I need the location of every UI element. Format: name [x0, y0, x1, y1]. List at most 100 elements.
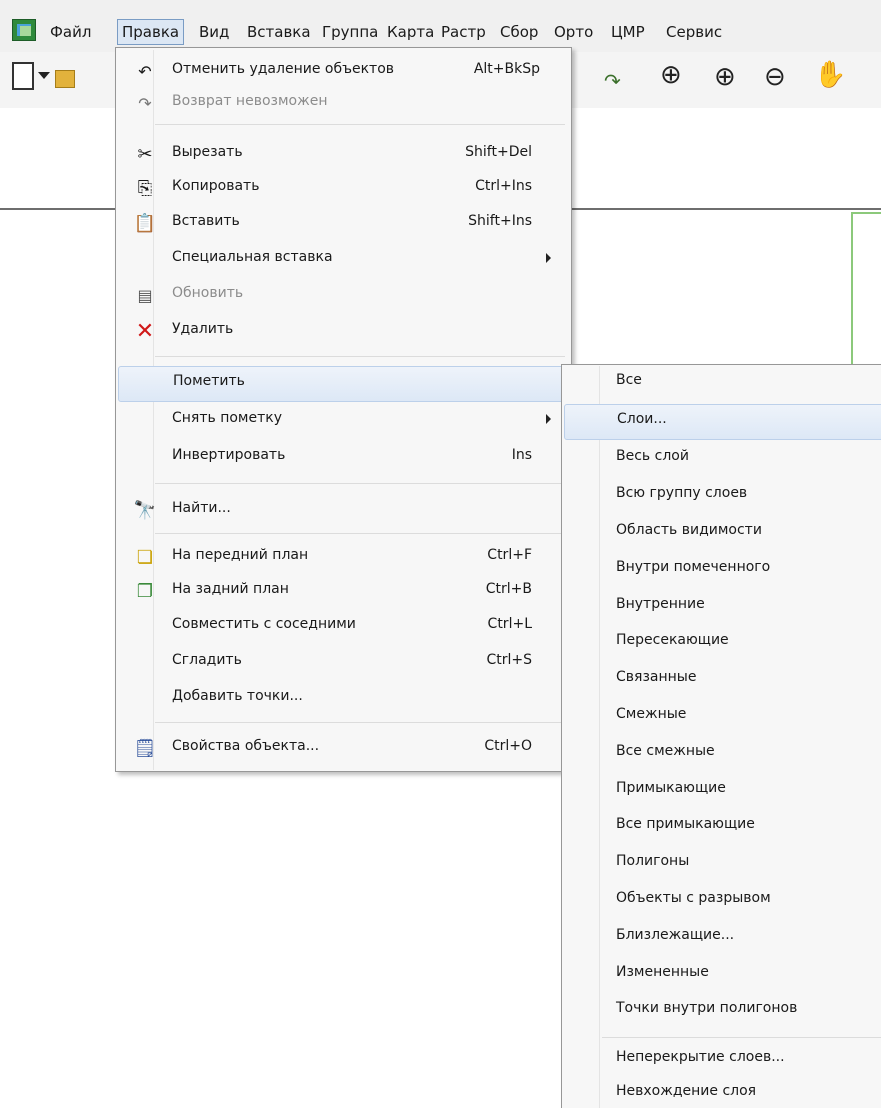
submenu-item-label: Область видимости	[616, 522, 762, 538]
menu-raster[interactable]: Растр	[437, 19, 490, 45]
menu-item-shortcut: Alt+BkSp	[473, 61, 540, 77]
menu-item-redo: ↷ Возврат невозможен	[118, 87, 568, 123]
bring-front-icon: ❏	[136, 546, 154, 568]
submenu-item-label: Весь слой	[616, 448, 689, 464]
submenu-item-layer-non-inclusion[interactable]: Невхождение слоя	[564, 1077, 881, 1108]
menu-ortho[interactable]: Орто	[550, 19, 597, 45]
submenu-item-broken-objects[interactable]: Объекты с разрывом	[564, 884, 881, 920]
submenu-item-intersecting[interactable]: Пересекающие	[564, 626, 881, 662]
submenu-item-adjacent[interactable]: Смежные	[564, 700, 881, 736]
menu-item-label: Вставить	[172, 213, 240, 229]
submenu-arrow-icon	[546, 253, 551, 263]
menu-item-label: Обновить	[172, 285, 244, 301]
submenu-separator	[602, 1037, 881, 1038]
menu-item-undo[interactable]: ↶ Отменить удаление объектов Alt+BkSp	[118, 55, 568, 91]
submenu-arrow-icon	[546, 414, 551, 424]
menu-item-cut[interactable]: ✂ Вырезать Shift+Del	[118, 138, 568, 174]
menu-item-shortcut: Ctrl+F	[487, 547, 532, 563]
submenu-item-layers[interactable]: Слои...	[564, 404, 881, 440]
menu-bar: Файл Правка Вид Вставка Группа Карта Рас…	[0, 0, 881, 52]
submenu-item-label: Полигоны	[616, 853, 690, 869]
menu-item-shortcut: Ctrl+B	[485, 581, 532, 597]
menu-dem[interactable]: ЦМР	[607, 19, 649, 45]
menu-map[interactable]: Карта	[383, 19, 438, 45]
menu-item-label: Отменить удаление объектов	[172, 61, 395, 77]
menu-item-copy[interactable]: ⎘ Копировать Ctrl+Ins	[118, 172, 568, 208]
menu-item-shortcut: Ctrl+L	[487, 616, 532, 632]
menu-item-label: Вырезать	[172, 144, 243, 160]
dropdown-arrow-icon[interactable]	[38, 72, 50, 79]
menu-separator	[155, 533, 565, 534]
submenu-item-layer-group[interactable]: Всю группу слоев	[564, 479, 881, 515]
open-folder-icon[interactable]	[55, 70, 75, 88]
submenu-item-label: Все примыкающие	[616, 816, 755, 832]
scissors-icon: ✂	[137, 143, 153, 165]
menu-item-snap[interactable]: Совместить с соседними Ctrl+L	[118, 610, 568, 646]
menu-item-properties[interactable]: 🗒 Свойства объекта... Ctrl+O	[118, 732, 568, 768]
menu-item-shortcut: Ins	[511, 447, 532, 463]
map-frame	[851, 212, 881, 372]
menu-item-mark[interactable]: Пометить	[118, 366, 568, 402]
menu-item-label: Пометить	[173, 373, 245, 389]
submenu-item-points-in-polygons[interactable]: Точки внутри полигонов	[564, 994, 881, 1030]
submenu-item-visible-area[interactable]: Область видимости	[564, 516, 881, 552]
submenu-item-label: Всю группу слоев	[616, 485, 748, 501]
menu-item-add-points[interactable]: Добавить точки...	[118, 682, 568, 718]
redo-arrow-icon[interactable]: ↷	[604, 66, 621, 96]
submenu-item-label: Все смежные	[616, 743, 715, 759]
submenu-item-label: Слои...	[617, 411, 667, 427]
submenu-item-label: Внутренние	[616, 596, 705, 612]
submenu-item-label: Невхождение слоя	[616, 1083, 757, 1099]
menu-view[interactable]: Вид	[195, 19, 233, 45]
menu-item-label: Снять пометку	[172, 410, 282, 426]
pan-hand-icon[interactable]: ✋	[814, 60, 846, 90]
menu-separator	[155, 483, 565, 484]
submenu-item-inner[interactable]: Внутренние	[564, 590, 881, 626]
menu-item-send-back[interactable]: ❐ На задний план Ctrl+B	[118, 575, 568, 611]
submenu-item-polygons[interactable]: Полигоны	[564, 847, 881, 883]
menu-group[interactable]: Группа	[318, 19, 382, 45]
new-document-icon[interactable]	[12, 62, 34, 90]
menu-item-unmark[interactable]: Снять пометку	[118, 404, 568, 440]
submenu-item-whole-layer[interactable]: Весь слой	[564, 442, 881, 478]
menu-collect[interactable]: Сбор	[496, 19, 542, 45]
menu-item-invert[interactable]: Инвертировать Ins	[118, 441, 568, 477]
zoom-in-icon[interactable]: ⊕	[714, 62, 736, 92]
submenu-item-abutting[interactable]: Примыкающие	[564, 774, 881, 810]
app-logo-icon	[12, 19, 36, 41]
undo-icon: ↶	[138, 61, 152, 81]
menu-item-paste-special[interactable]: Специальная вставка	[118, 243, 568, 279]
submenu-item-nearby[interactable]: Близлежащие...	[564, 921, 881, 957]
menu-item-label: Копировать	[172, 178, 260, 194]
submenu-item-all[interactable]: Все	[564, 366, 881, 402]
copy-icon: ⎘	[137, 177, 153, 199]
submenu-item-all-abutting[interactable]: Все примыкающие	[564, 810, 881, 846]
submenu-item-linked[interactable]: Связанные	[564, 663, 881, 699]
submenu-item-changed[interactable]: Измененные	[564, 958, 881, 994]
submenu-item-label: Точки внутри полигонов	[616, 1000, 798, 1016]
delete-x-icon: ✕	[135, 318, 155, 344]
menu-item-refresh: ▤ Обновить	[118, 279, 568, 315]
submenu-item-label: Измененные	[616, 964, 709, 980]
menu-item-shortcut: Ctrl+S	[486, 652, 532, 668]
zoom-out-icon[interactable]: ⊖	[764, 62, 786, 92]
submenu-item-label: Объекты с разрывом	[616, 890, 771, 906]
menu-item-delete[interactable]: ✕ Удалить	[118, 315, 568, 351]
menu-item-label: Найти...	[172, 500, 231, 516]
submenu-item-inside-marked[interactable]: Внутри помеченного	[564, 553, 881, 589]
menu-item-bring-front[interactable]: ❏ На передний план Ctrl+F	[118, 541, 568, 577]
submenu-item-layer-non-overlap[interactable]: Неперекрытие слоев...	[564, 1043, 881, 1079]
menu-item-label: Возврат невозможен	[172, 93, 328, 109]
menu-service[interactable]: Сервис	[662, 19, 726, 45]
menu-item-label: Сгладить	[172, 652, 242, 668]
menu-item-find[interactable]: 🔭 Найти...	[118, 494, 568, 530]
menu-separator	[155, 356, 565, 357]
zoom-object-icon[interactable]: ⊕	[660, 60, 682, 90]
menu-file[interactable]: Файл	[46, 19, 95, 45]
menu-item-label: Совместить с соседними	[172, 616, 356, 632]
menu-item-paste[interactable]: 📋 Вставить Shift+Ins	[118, 207, 568, 243]
menu-edit[interactable]: Правка	[117, 19, 185, 45]
menu-insert[interactable]: Вставка	[243, 19, 315, 45]
submenu-item-all-adjacent[interactable]: Все смежные	[564, 737, 881, 773]
menu-item-smooth[interactable]: Сгладить Ctrl+S	[118, 646, 568, 682]
